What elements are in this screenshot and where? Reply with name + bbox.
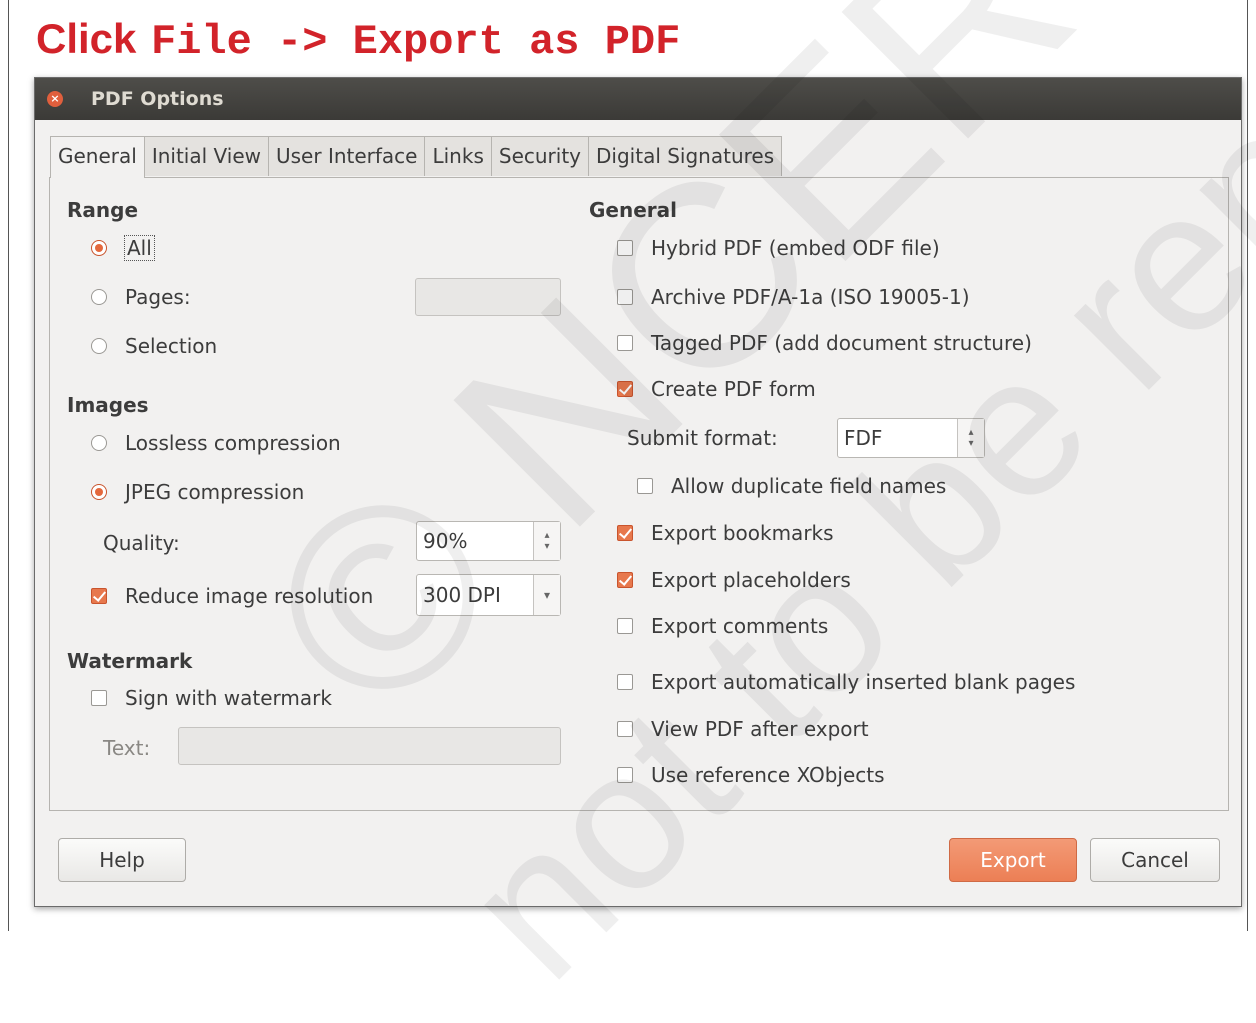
tab-general[interactable]: General [50, 136, 145, 178]
submit-format-label: Submit format: [627, 426, 778, 450]
resolution-dropdown[interactable]: 300 DPI ▾ [416, 574, 561, 616]
sign-watermark-checkbox[interactable]: Sign with watermark [91, 686, 332, 710]
spin-arrows-icon[interactable]: ▴ ▾ [533, 522, 560, 560]
dialog-title: PDF Options [91, 88, 224, 110]
radio-button[interactable] [91, 435, 107, 451]
instruction-command: File -> Export as PDF [151, 18, 681, 66]
tab-initial-view[interactable]: Initial View [143, 136, 269, 176]
tab-links[interactable]: Links [424, 136, 492, 176]
range-all-label: All [124, 235, 155, 261]
hybrid-pdf-label: Hybrid PDF (embed ODF file) [651, 236, 940, 260]
close-icon[interactable]: × [47, 91, 63, 107]
chevron-down-icon[interactable]: ▾ [533, 575, 560, 615]
export-placeholders-checkbox[interactable]: Export placeholders [617, 568, 851, 592]
hybrid-pdf-checkbox[interactable]: Hybrid PDF (embed ODF file) [617, 236, 940, 260]
sign-watermark-label: Sign with watermark [125, 686, 332, 710]
radio-button[interactable] [91, 240, 107, 256]
radio-button[interactable] [91, 289, 107, 305]
archive-pdf-label: Archive PDF/A-1a (ISO 19005-1) [651, 285, 970, 309]
pages-input[interactable] [415, 278, 561, 316]
reduce-resolution-checkbox[interactable]: Reduce image resolution [91, 584, 373, 608]
quality-value: 90% [423, 529, 468, 553]
create-pdf-form-checkbox[interactable]: Create PDF form [617, 377, 816, 401]
quality-label: Quality: [103, 531, 180, 555]
export-placeholders-label: Export placeholders [651, 568, 851, 592]
checkbox[interactable] [617, 240, 633, 256]
radio-button[interactable] [91, 484, 107, 500]
checkbox[interactable] [617, 381, 633, 397]
instruction-word: Click [36, 15, 137, 62]
reference-xobjects-checkbox[interactable]: Use reference XObjects [617, 763, 885, 787]
checkbox[interactable] [617, 721, 633, 737]
checkbox[interactable] [91, 690, 107, 706]
archive-pdf-checkbox[interactable]: Archive PDF/A-1a (ISO 19005-1) [617, 285, 970, 309]
general-heading: General [589, 198, 677, 222]
range-selection-radio[interactable]: Selection [91, 334, 217, 358]
allow-duplicate-label: Allow duplicate field names [671, 474, 947, 498]
checkbox[interactable] [617, 618, 633, 634]
view-pdf-after-export-label: View PDF after export [651, 717, 869, 741]
export-blank-pages-label: Export automatically inserted blank page… [651, 670, 1076, 694]
pdf-options-dialog: × PDF Options General Initial View User … [34, 77, 1242, 907]
submit-format-dropdown[interactable]: FDF ▴ ▾ [837, 418, 985, 458]
lossless-label: Lossless compression [125, 431, 341, 455]
lossless-compression-radio[interactable]: Lossless compression [91, 431, 341, 455]
range-pages-label: Pages: [125, 285, 191, 309]
export-comments-checkbox[interactable]: Export comments [617, 614, 828, 638]
tagged-pdf-checkbox[interactable]: Tagged PDF (add document structure) [617, 331, 1032, 355]
tagged-pdf-label: Tagged PDF (add document structure) [651, 331, 1032, 355]
reference-xobjects-label: Use reference XObjects [651, 763, 885, 787]
range-all-radio[interactable]: All [91, 235, 155, 261]
range-heading: Range [67, 198, 139, 222]
range-pages-radio[interactable]: Pages: [91, 285, 191, 309]
export-blank-pages-checkbox[interactable]: Export automatically inserted blank page… [617, 670, 1075, 694]
range-selection-label: Selection [125, 334, 218, 358]
checkbox[interactable] [617, 767, 633, 783]
checkbox[interactable] [617, 525, 633, 541]
watermark-heading: Watermark [67, 649, 193, 673]
resolution-value: 300 DPI [423, 583, 501, 607]
create-pdf-form-label: Create PDF form [651, 377, 816, 401]
reduce-resolution-label: Reduce image resolution [125, 584, 374, 608]
checkbox[interactable] [617, 335, 633, 351]
checkbox[interactable] [91, 588, 107, 604]
general-tab-panel: Range All Pages: Selection Images Lossle… [49, 177, 1229, 811]
checkbox[interactable] [617, 289, 633, 305]
tab-security[interactable]: Security [490, 136, 590, 176]
tab-digital-signatures[interactable]: Digital Signatures [588, 136, 783, 176]
checkbox[interactable] [617, 674, 633, 690]
allow-duplicate-checkbox[interactable]: Allow duplicate field names [637, 474, 946, 498]
dialog-titlebar: × PDF Options [35, 78, 1241, 120]
checkbox[interactable] [637, 478, 653, 494]
images-heading: Images [67, 393, 149, 417]
tab-bar: General Initial View User Interface Link… [50, 136, 783, 178]
watermark-text-label: Text: [103, 736, 151, 760]
export-button[interactable]: Export [949, 838, 1077, 882]
submit-format-value: FDF [844, 426, 883, 450]
checkbox[interactable] [617, 572, 633, 588]
tab-user-interface[interactable]: User Interface [268, 136, 426, 176]
jpeg-label: JPEG compression [125, 480, 305, 504]
export-bookmarks-label: Export bookmarks [651, 521, 834, 545]
export-comments-label: Export comments [651, 614, 829, 638]
instruction-caption: Click File -> Export as PDF [36, 15, 681, 66]
radio-button[interactable] [91, 338, 107, 354]
cancel-button[interactable]: Cancel [1090, 838, 1220, 882]
export-bookmarks-checkbox[interactable]: Export bookmarks [617, 521, 834, 545]
watermark-text-input[interactable] [178, 727, 561, 765]
view-pdf-after-export-checkbox[interactable]: View PDF after export [617, 717, 869, 741]
spin-arrows-icon[interactable]: ▴ ▾ [957, 419, 984, 457]
jpeg-compression-radio[interactable]: JPEG compression [91, 480, 304, 504]
help-button[interactable]: Help [58, 838, 186, 882]
quality-spinbox[interactable]: 90% ▴ ▾ [416, 521, 561, 561]
